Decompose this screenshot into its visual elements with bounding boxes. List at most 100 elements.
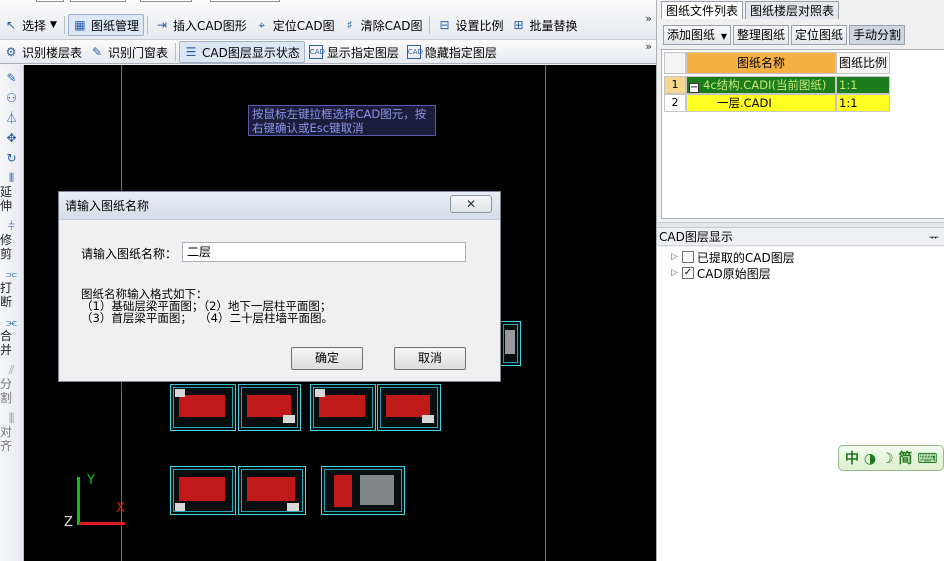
clipped-combo[interactable] — [140, 0, 192, 2]
scale-cell[interactable]: 1:1 — [836, 94, 890, 112]
clipped-combo[interactable] — [36, 0, 64, 2]
show-layer-button[interactable]: CAD 显示指定图层 — [305, 41, 403, 63]
clear-cad-icon: ♯ — [346, 18, 353, 32]
tab-drawing-floor-table[interactable]: 图纸楼层对照表 — [745, 1, 840, 19]
cursor-icon: ↖ — [5, 18, 17, 32]
expand-icon[interactable]: ▷ — [671, 268, 678, 278]
checkbox-checked[interactable]: ✓ — [681, 267, 694, 279]
move-tool[interactable]: ✥ — [0, 131, 23, 145]
layer-panel-header: CAD图层显示 ᅲ — [657, 230, 944, 246]
close-icon: ✕ — [465, 197, 477, 211]
format-help-text: 图纸名称输入格式如下： （1）基础层梁平面图；（2）地下一层柱平面图； （3）首… — [81, 287, 333, 325]
cancel-button[interactable]: 取消 — [394, 347, 466, 370]
split-icon: ⫽ — [8, 363, 15, 377]
pin-icon[interactable]: ᅲ — [929, 230, 939, 245]
break-tool[interactable]: ⫗ 打断 — [0, 267, 23, 309]
recognize-door-window-icon: ✎ — [91, 45, 103, 59]
extend-tool[interactable]: ⫴ 延伸 — [0, 171, 23, 213]
chevron-down-icon[interactable]: ▼ — [50, 20, 57, 30]
drawing-tools: 添加图纸 ▼ 整理图纸 定位图纸 手动分割 — [663, 25, 907, 45]
cad-sheet[interactable] — [500, 321, 521, 366]
clipped-toolbar-row — [0, 0, 656, 2]
locate-cad-button[interactable]: ⌖ 定位CAD图 — [251, 14, 339, 36]
cad-sheet[interactable] — [310, 384, 376, 431]
left-edit-toolbar: ✎ ⚇ ⏃ ✥ ↻ ⫴ 延伸 ⫩ 修剪 ⫗ 打断 ⫘ 合并 ⫽ 分割 ⫼ 对齐 — [0, 65, 24, 561]
cad-sheet[interactable] — [238, 466, 306, 515]
scale-cell[interactable]: 1:1 — [836, 76, 890, 94]
row-number: 1 — [664, 76, 686, 94]
cad-toolbar: ⚙ 识别楼层表 ✎ 识别门窗表 ☰ CAD图层显示状态 CAD 显示指定图层 C… — [0, 40, 656, 64]
show-layer-icon: CAD — [308, 45, 325, 59]
cad-sheet[interactable] — [170, 466, 236, 515]
expand-icon[interactable]: ▷ — [671, 252, 678, 262]
insert-cad-icon: ⇥ — [156, 18, 167, 32]
trim-tool[interactable]: ⫩ 修剪 — [0, 219, 23, 261]
x-axis-label: X — [116, 501, 125, 516]
y-axis — [77, 477, 80, 525]
split-tool[interactable]: ⫽ 分割 — [0, 363, 23, 405]
locate-drawing-button[interactable]: 定位图纸 — [791, 25, 848, 45]
mirror-tool[interactable]: ⏃ — [0, 111, 23, 125]
merge-tool[interactable]: ⫘ 合并 — [0, 315, 23, 357]
table-row[interactable]: −4c结构.CADI(当前图纸) — [686, 76, 836, 94]
drawing-name-label: 请输入图纸名称： — [81, 247, 178, 261]
clipped-combo[interactable] — [70, 0, 126, 2]
clear-cad-button[interactable]: ♯ 清除CAD图 — [339, 14, 427, 36]
recognize-floor-table-button[interactable]: ⚙ 识别楼层表 — [0, 41, 86, 63]
cad-sheet[interactable] — [170, 384, 236, 431]
trim-icon: ⫩ — [8, 219, 15, 233]
copy-tool[interactable]: ⚇ — [0, 91, 23, 105]
add-drawing-button[interactable]: 添加图纸 ▼ — [663, 25, 731, 45]
rotate-icon: ↻ — [6, 151, 17, 165]
set-scale-button[interactable]: ⊟ 设置比例 — [433, 14, 507, 36]
close-button[interactable]: ✕ — [450, 195, 492, 213]
ime-status-bar[interactable]: 中 ◑ ☽ 简 ⌨ — [838, 445, 944, 471]
panel-splitter[interactable] — [657, 222, 944, 228]
drawing-manager-button[interactable]: ▦ 图纸管理 — [67, 14, 144, 36]
recognize-door-window-button[interactable]: ✎ 识别门窗表 — [86, 41, 172, 63]
rotate-tool[interactable]: ↻ — [0, 151, 23, 165]
hide-layer-button[interactable]: CAD 隐藏指定图层 — [403, 41, 501, 63]
organize-drawing-button[interactable]: 整理图纸 — [733, 25, 790, 45]
column-header[interactable]: 图纸名称 — [686, 52, 836, 74]
cad-sheet[interactable] — [238, 384, 301, 431]
main-toolbar: ↖ 选择 ▼ ▦ 图纸管理 ⇥ 插入CAD图形 ⌖ 定位CAD图 ♯ 清除CAD… — [0, 0, 656, 40]
collapse-icon[interactable]: − — [689, 83, 699, 93]
drawing-manager-icon: ▦ — [74, 18, 86, 32]
set-scale-icon: ⊟ — [439, 18, 450, 32]
batch-replace-icon: ⊞ — [513, 18, 524, 32]
select-button[interactable]: ↖ 选择 ▼ — [0, 14, 61, 36]
separator — [429, 16, 431, 34]
extend-icon: ⫴ — [8, 171, 15, 185]
checkbox-unchecked[interactable] — [681, 251, 694, 263]
cad-layer-state-button[interactable]: ☰ CAD图层显示状态 — [179, 41, 305, 63]
tab-drawing-file-list[interactable]: 图纸文件列表 — [661, 1, 744, 19]
toolbar-overflow-icon[interactable]: » — [645, 12, 652, 25]
x-axis — [79, 522, 125, 525]
right-panel: 图纸文件列表 图纸楼层对照表 添加图纸 ▼ 整理图纸 定位图纸 手动分割 图纸名… — [656, 0, 944, 561]
drawing-name-input[interactable]: 二层 — [182, 242, 466, 262]
tree-item-original-layers[interactable]: ▷ ✓ CAD原始图层 — [671, 265, 771, 281]
insert-cad-button[interactable]: ⇥ 插入CAD图形 — [151, 14, 251, 36]
clipped-combo[interactable] — [210, 0, 280, 2]
row-number: 2 — [664, 94, 686, 112]
layer-tree: ▷ 已提取的CAD图层 ▷ ✓ CAD原始图层 中 ◑ ☽ 简 ⌨ — [657, 247, 944, 561]
mirror-icon: ⏃ — [5, 111, 18, 125]
row-number-header — [664, 52, 686, 74]
tree-item-extracted-layers[interactable]: ▷ 已提取的CAD图层 — [671, 249, 795, 265]
z-axis-label: Z — [64, 515, 73, 530]
batch-replace-button[interactable]: ⊞ 批量替换 — [508, 14, 582, 36]
separator — [63, 16, 65, 34]
toolbar-overflow-icon[interactable]: » — [645, 40, 652, 53]
pen-tool[interactable]: ✎ — [0, 71, 23, 85]
ok-button[interactable]: 确定 — [291, 347, 363, 370]
y-axis-label: Y — [87, 473, 95, 488]
align-tool[interactable]: ⫼ 对齐 — [0, 411, 23, 453]
manual-split-button[interactable]: 手动分割 — [849, 25, 906, 45]
column-header[interactable]: 图纸比例 — [836, 52, 890, 74]
table-row[interactable]: 一层.CADI — [686, 94, 836, 112]
chevron-down-icon[interactable]: ▼ — [721, 32, 727, 41]
cad-sheet[interactable] — [321, 466, 405, 515]
selection-hint: 按鼠标左键拉框选择CAD图元，按右键确认或Esc键取消 — [248, 105, 436, 136]
cad-sheet[interactable] — [377, 384, 441, 431]
